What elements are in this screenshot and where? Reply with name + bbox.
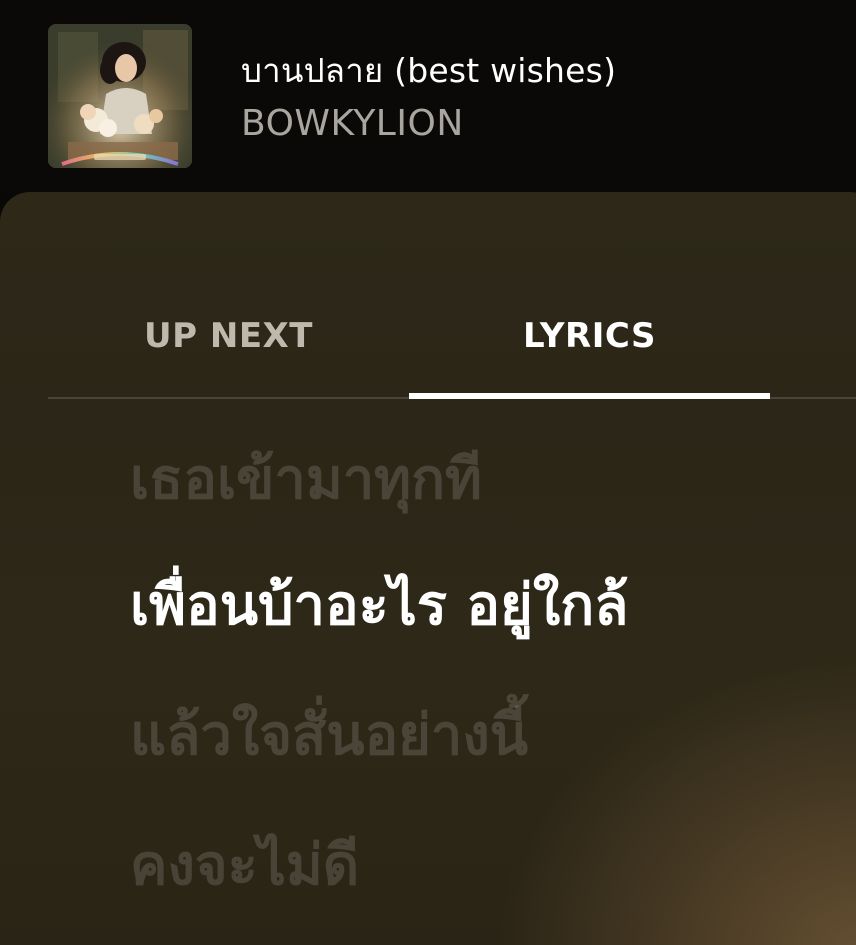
tab-bar: UP NEXT LYRICS [48,274,856,398]
now-playing-header[interactable]: บานปลาย (best wishes) BOWKYLION [0,0,856,192]
tab-up-next[interactable]: UP NEXT [48,274,409,398]
lyric-line[interactable]: แล้วใจสั่นอย่างนี้ [130,706,528,766]
track-artist[interactable]: BOWKYLION [241,103,464,144]
lyric-line[interactable]: คงจะไม่ดี [130,836,359,896]
lyric-line-current[interactable]: เพื่อนบ้าอะไร อยู่ใกล้ [130,576,628,636]
album-cover-image [48,24,192,168]
selected-tab-indicator [409,393,770,399]
lyrics-sheet: UP NEXT LYRICS เธอเข้ามาทุกที เพื่อนบ้าอ… [0,192,856,945]
tab-lyrics[interactable]: LYRICS [409,274,770,398]
track-title[interactable]: บานปลาย (best wishes) [241,44,616,97]
lyric-line[interactable]: เธอเข้ามาทุกที [130,450,482,510]
music-player-screen: บานปลาย (best wishes) BOWKYLION UP NEXT … [0,0,856,945]
album-art[interactable] [48,24,192,168]
